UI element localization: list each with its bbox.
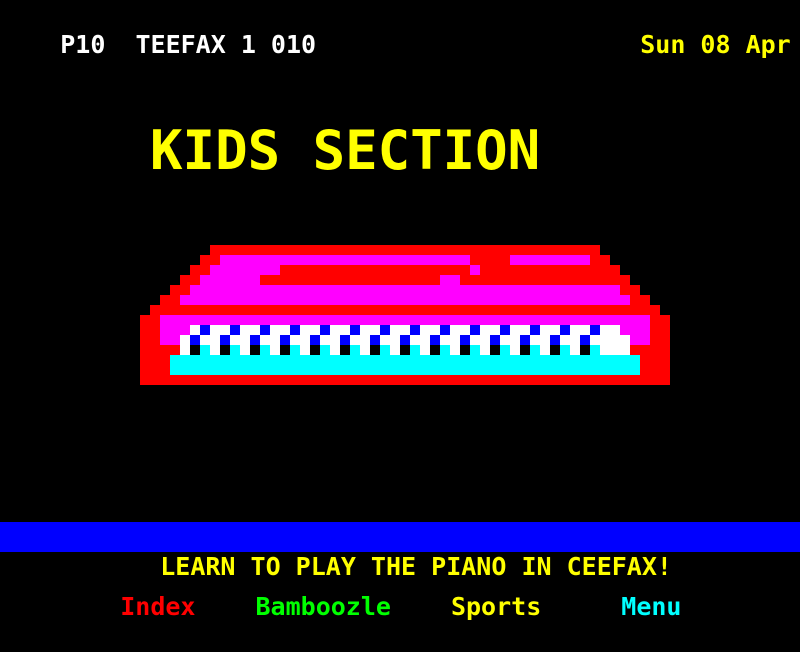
- teletext-header-date-row: Sun 08 Apr: [0, 0, 800, 59]
- fastext-nav-row: Index Bamboozle Sports Menu: [0, 562, 800, 621]
- nav-link-menu[interactable]: Menu: [621, 592, 681, 622]
- nav-link-index[interactable]: Index: [120, 592, 195, 622]
- nav-link-bamboozle[interactable]: Bamboozle: [255, 592, 390, 622]
- teletext-screen: P10 TEEFAX 1 010 Sun 08 Apr KIDS SECTION: [0, 0, 800, 621]
- page-title: KIDS SECTION: [150, 119, 541, 182]
- nav-link-sports[interactable]: Sports: [451, 592, 541, 622]
- piano-keyboard-graphic: [140, 245, 670, 385]
- promo-banner-row: LEARN TO PLAY THE PIANO IN CEEFAX!: [0, 522, 800, 581]
- page-title-row: KIDS SECTION: [0, 55, 800, 182]
